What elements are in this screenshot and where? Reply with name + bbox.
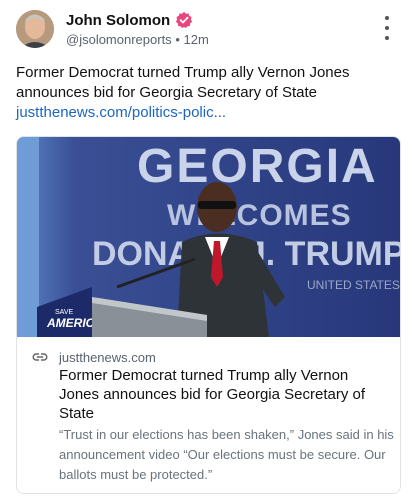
post-time[interactable]: 12m: [184, 32, 209, 47]
avatar[interactable]: [16, 10, 54, 48]
verified-badge-icon: [176, 11, 193, 29]
card-domain-row: justthenews.com: [31, 348, 156, 366]
link-icon: [32, 353, 48, 361]
meta-separator: •: [175, 32, 180, 47]
link-preview-card[interactable]: GEORGIA WELCOMES DONALD J. TRUMP UNITED …: [16, 136, 401, 494]
podium-line-1: SAVE: [55, 309, 73, 316]
card-description: “Trust in our elections has been shaken,…: [59, 427, 394, 482]
sign-line-2: WELCOMES: [167, 199, 352, 232]
author-name[interactable]: John Solomon: [66, 12, 170, 29]
post-link[interactable]: justthenews.com/politics-polic...: [16, 103, 396, 123]
post-header: John Solomon @jsolomonreports • 12m: [16, 10, 401, 50]
author-handle[interactable]: @jsolomonreports: [66, 32, 172, 47]
author-row: John Solomon: [66, 10, 193, 30]
card-title[interactable]: Former Democrat turned Trump ally Vernon…: [59, 366, 389, 423]
post-text: Former Democrat turned Trump ally Vernon…: [16, 64, 350, 101]
card-image[interactable]: GEORGIA WELCOMES DONALD J. TRUMP UNITED …: [17, 137, 400, 337]
sign-line-1: GEORGIA: [137, 140, 378, 193]
more-vertical-icon[interactable]: [381, 16, 393, 40]
avatar-image: [16, 10, 54, 48]
card-domain: justthenews.com: [59, 349, 156, 365]
sign-line-4: UNITED STATES: [307, 278, 400, 292]
post-body: Former Democrat turned Trump ally Vernon…: [16, 63, 396, 123]
post-meta: @jsolomonreports • 12m: [66, 32, 209, 47]
